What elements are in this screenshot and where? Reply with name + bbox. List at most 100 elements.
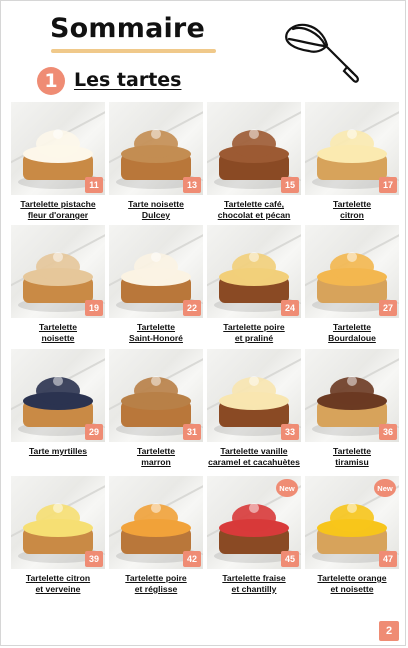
recipe-item[interactable]: 36 Tartelette tiramisu bbox=[305, 349, 399, 468]
recipe-label-line: Tartelette bbox=[332, 322, 372, 332]
recipe-label-line: Tartelette citron bbox=[25, 573, 91, 583]
recipe-photo: 47 New bbox=[305, 476, 399, 569]
recipe-page-number: 33 bbox=[281, 424, 299, 440]
recipe-label-line: noisette bbox=[41, 333, 75, 343]
recipe-label[interactable]: Tartelette Bourdaloue bbox=[305, 322, 399, 344]
recipe-photo: 42 bbox=[109, 476, 203, 569]
section-title: Les tartes bbox=[74, 69, 182, 91]
recipe-photo: 15 bbox=[207, 102, 301, 195]
recipe-label-line: Bourdaloue bbox=[328, 333, 376, 343]
title-underline bbox=[51, 49, 216, 53]
recipe-photo: 19 bbox=[11, 225, 105, 318]
recipe-item[interactable]: 24 Tartelette poire et praliné bbox=[207, 225, 301, 344]
recipe-label-line: et praliné bbox=[234, 333, 274, 343]
recipe-page-number: 47 bbox=[379, 551, 397, 567]
recipe-item[interactable]: 17 Tartelette citron bbox=[305, 102, 399, 221]
recipe-page-number: 24 bbox=[281, 300, 299, 316]
recipe-photo: 17 bbox=[305, 102, 399, 195]
recipe-label-line: Tartelette fraise bbox=[222, 573, 286, 583]
recipe-photo: 13 bbox=[109, 102, 203, 195]
recipe-label[interactable]: Tartelette fraise et chantilly bbox=[207, 573, 301, 595]
recipe-item[interactable]: 31 Tartelette marron bbox=[109, 349, 203, 468]
recipe-label[interactable]: Tartelette tiramisu bbox=[305, 446, 399, 468]
recipe-item[interactable]: 11 Tartelette pistache fleur d'oranger bbox=[11, 102, 105, 221]
recipe-page-number: 36 bbox=[379, 424, 397, 440]
recipe-label-line: Tartelette bbox=[136, 446, 176, 456]
recipe-label-line: citron bbox=[340, 210, 364, 220]
recipe-page-number: 11 bbox=[85, 177, 103, 193]
recipe-label[interactable]: Tartelette Saint-Honoré bbox=[109, 322, 203, 344]
recipe-page-number: 17 bbox=[379, 177, 397, 193]
recipe-page-number: 27 bbox=[379, 300, 397, 316]
recipe-photo: 39 bbox=[11, 476, 105, 569]
recipe-label-line: Tarte noisette bbox=[128, 199, 184, 209]
page-number: 2 bbox=[379, 621, 399, 641]
recipe-label-line: marron bbox=[141, 457, 171, 467]
recipe-page-number: 45 bbox=[281, 551, 299, 567]
recipe-label-line: tiramisu bbox=[335, 457, 369, 467]
recipe-photo: 36 bbox=[305, 349, 399, 442]
recipe-label-line: et noisette bbox=[330, 584, 374, 594]
recipe-label[interactable]: Tartelette poire et praliné bbox=[207, 322, 301, 344]
recipe-item[interactable]: 22 Tartelette Saint-Honoré bbox=[109, 225, 203, 344]
recipe-label[interactable]: Tartelette pistache fleur d'oranger bbox=[11, 199, 105, 221]
recipe-item[interactable]: 45 New Tartelette fraise et chantilly bbox=[207, 476, 301, 595]
recipe-page-number: 31 bbox=[183, 424, 201, 440]
recipe-label-line: chocolat et pécan bbox=[217, 210, 291, 220]
recipe-item[interactable]: 42 Tartelette poire et réglisse bbox=[109, 476, 203, 595]
section-number-badge: 1 bbox=[37, 67, 65, 95]
recipe-photo: 29 bbox=[11, 349, 105, 442]
recipe-label[interactable]: Tartelette café, chocolat et pécan bbox=[207, 199, 301, 221]
recipe-photo: 24 bbox=[207, 225, 301, 318]
recipe-label-line: Tartelette vanille bbox=[220, 446, 288, 456]
recipe-label-line: Saint-Honoré bbox=[129, 333, 183, 343]
recipe-page-number: 22 bbox=[183, 300, 201, 316]
recipe-label-line: fleur d'oranger bbox=[27, 210, 89, 220]
recipe-item[interactable]: 19 Tartelette noisette bbox=[11, 225, 105, 344]
recipe-item[interactable]: 15 Tartelette café, chocolat et pécan bbox=[207, 102, 301, 221]
recipe-label-line: Tartelette poire bbox=[223, 322, 285, 332]
recipe-label-line: et chantilly bbox=[231, 584, 277, 594]
recipe-photo: 31 bbox=[109, 349, 203, 442]
recipe-label[interactable]: Tarte noisette Dulcey bbox=[109, 199, 203, 221]
recipe-label-line: et verveine bbox=[35, 584, 81, 594]
recipe-label-line: caramel et cacahuètes bbox=[208, 457, 300, 467]
recipe-label-line: et réglisse bbox=[134, 584, 178, 594]
recipe-label-line: Tartelette bbox=[38, 322, 78, 332]
recipe-label-line: Tartelette pistache bbox=[20, 199, 96, 209]
cookbook-page: Sommaire 1 Les tartes 11 Tartelette pista… bbox=[0, 0, 406, 646]
recipe-photo: 11 bbox=[11, 102, 105, 195]
recipe-page-number: 39 bbox=[85, 551, 103, 567]
recipe-label[interactable]: Tartelette vanille caramel et cacahuètes bbox=[207, 446, 301, 468]
recipe-item[interactable]: 13 Tarte noisette Dulcey bbox=[109, 102, 203, 221]
recipe-page-number: 15 bbox=[281, 177, 299, 193]
new-badge: New bbox=[276, 479, 298, 497]
recipe-label[interactable]: Tarte myrtilles bbox=[11, 446, 105, 457]
recipe-photo: 27 bbox=[305, 225, 399, 318]
recipe-label[interactable]: Tartelette orange et noisette bbox=[305, 573, 399, 595]
recipe-photo: 45 New bbox=[207, 476, 301, 569]
recipe-label-line: Dulcey bbox=[141, 210, 171, 220]
recipe-label[interactable]: Tartelette citron bbox=[305, 199, 399, 221]
recipe-page-number: 13 bbox=[183, 177, 201, 193]
page-title: Sommaire bbox=[50, 13, 205, 44]
recipe-label-line: Tartelette bbox=[332, 446, 372, 456]
recipe-label-line: Tartelette café, bbox=[223, 199, 285, 209]
recipe-item[interactable]: 47 New Tartelette orange et noisette bbox=[305, 476, 399, 595]
recipe-label-line: Tarte myrtilles bbox=[28, 446, 88, 456]
recipe-label-line: Tartelette bbox=[136, 322, 176, 332]
recipe-page-number: 29 bbox=[85, 424, 103, 440]
recipe-label[interactable]: Tartelette noisette bbox=[11, 322, 105, 344]
recipe-label-line: Tartelette poire bbox=[125, 573, 187, 583]
recipe-label[interactable]: Tartelette citron et verveine bbox=[11, 573, 105, 595]
recipe-label[interactable]: Tartelette marron bbox=[109, 446, 203, 468]
recipe-item[interactable]: 27 Tartelette Bourdaloue bbox=[305, 225, 399, 344]
recipe-label[interactable]: Tartelette poire et réglisse bbox=[109, 573, 203, 595]
new-badge: New bbox=[374, 479, 396, 497]
recipe-label-line: Tartelette orange bbox=[317, 573, 387, 583]
recipe-item[interactable]: 39 Tartelette citron et verveine bbox=[11, 476, 105, 595]
recipe-item[interactable]: 33 Tartelette vanille caramel et cacahuète… bbox=[207, 349, 301, 468]
recipe-page-number: 42 bbox=[183, 551, 201, 567]
whisk-icon bbox=[285, 23, 359, 83]
recipe-item[interactable]: 29 Tarte myrtilles bbox=[11, 349, 105, 457]
